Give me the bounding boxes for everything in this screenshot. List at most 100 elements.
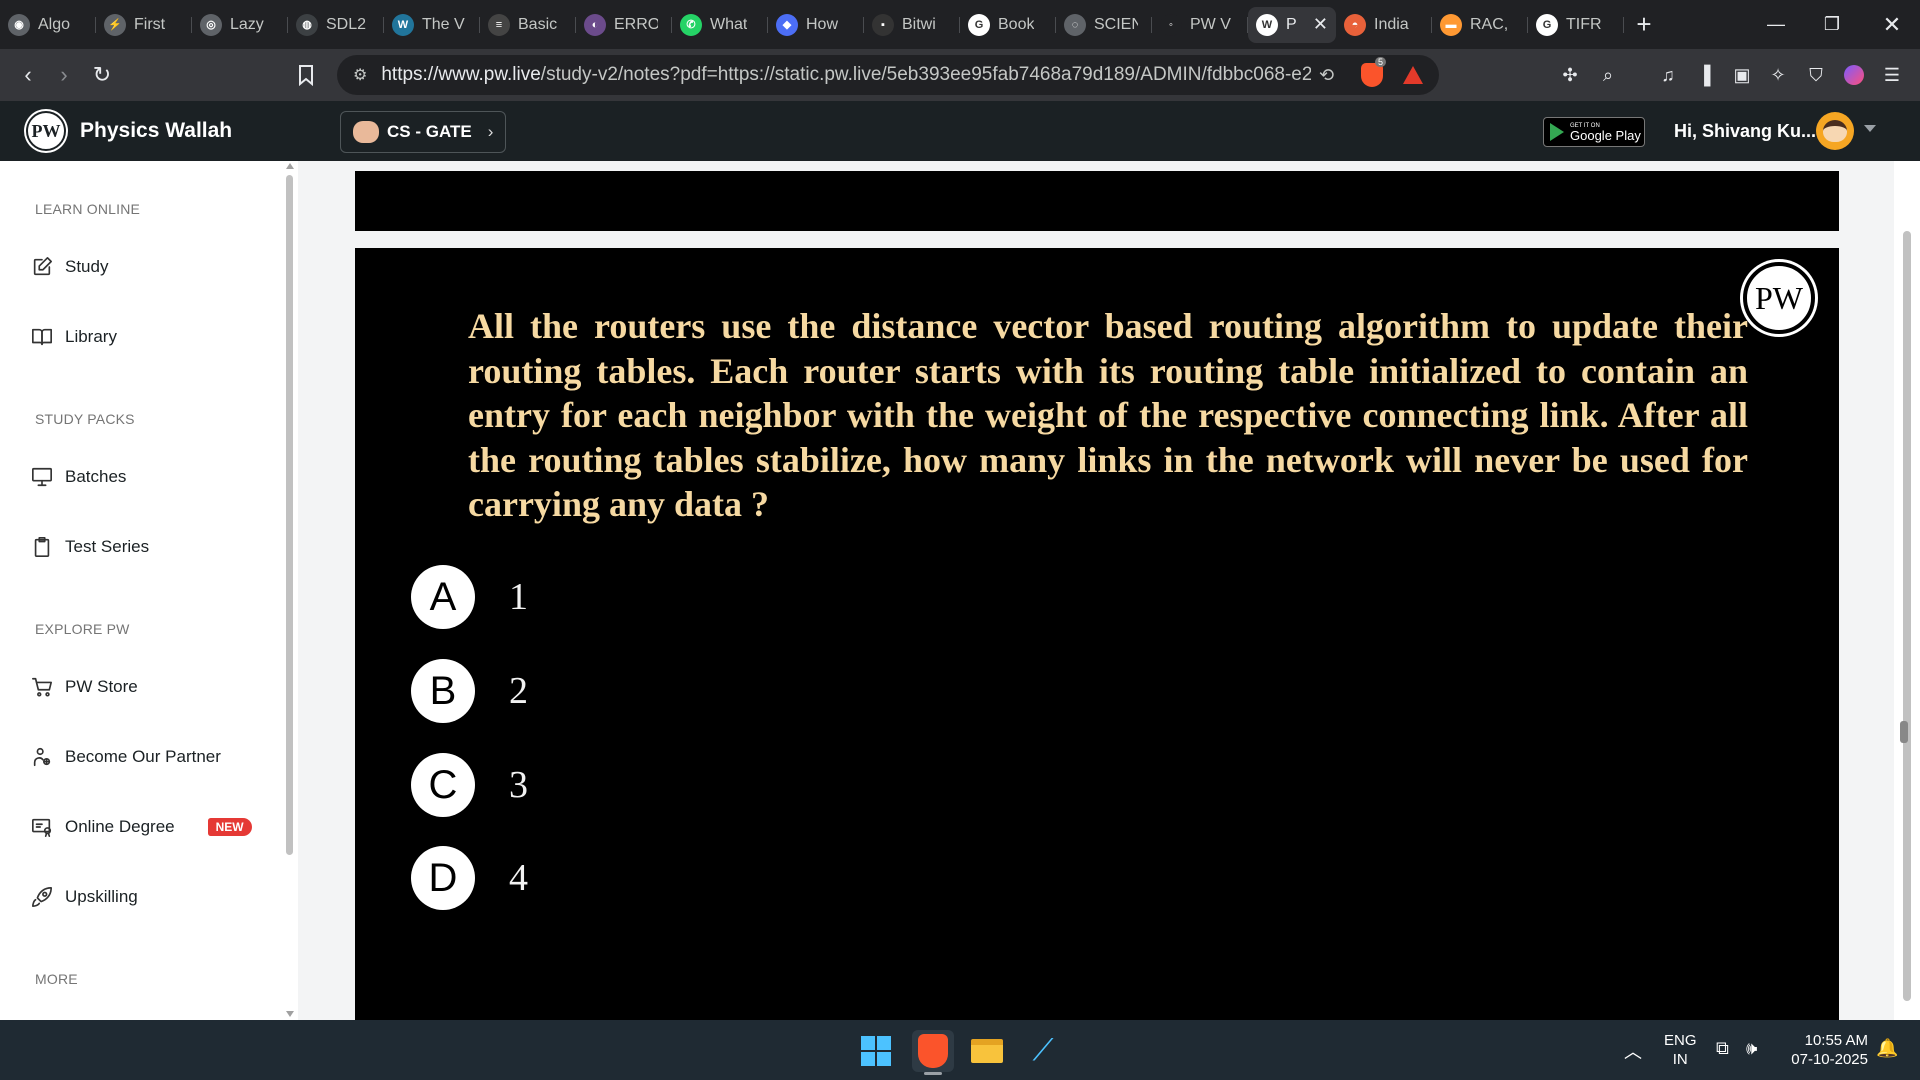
tab-favicon-icon: ◐ <box>584 13 606 36</box>
option-letter: A <box>411 565 475 629</box>
sidebar-item-become-partner[interactable]: Become Our Partner <box>30 737 270 777</box>
browser-tab[interactable]: ▪ Bitwi <box>864 7 960 43</box>
tab-favicon-icon: G <box>968 13 990 36</box>
reload-icon[interactable]: ↻ <box>84 57 120 93</box>
new-badge: NEW <box>207 818 252 836</box>
site-info-icon[interactable]: ⚙ <box>353 65 367 85</box>
option-value: 4 <box>509 857 528 899</box>
bookmark-icon[interactable] <box>288 57 324 93</box>
history-icon[interactable]: ⟲ <box>1319 65 1334 86</box>
browser-tab[interactable]: ≡ Basic <box>480 7 576 43</box>
back-icon[interactable]: ‹ <box>10 57 46 93</box>
browser-tab[interactable]: G Book <box>960 7 1056 43</box>
scroll-down-arrow[interactable] <box>286 1011 294 1017</box>
browser-tab[interactable]: ◌ SCIEN <box>1056 7 1152 43</box>
sidebar-scrollbar[interactable] <box>286 175 293 855</box>
browser-tab[interactable]: ◓ India <box>1336 7 1432 43</box>
tab-title: The V <box>422 15 465 33</box>
browser-tab[interactable]: ◍ SDL2 <box>288 7 384 43</box>
windows-start-icon[interactable] <box>855 1030 897 1072</box>
menu-icon[interactable]: ☰ <box>1878 61 1906 89</box>
browser-tab[interactable]: ◐ ERRO <box>576 7 672 43</box>
viewer-scrollbar[interactable] <box>1894 161 1920 1020</box>
browser-tab[interactable]: ✆ What <box>672 7 768 43</box>
tab-favicon-icon: ◎ <box>200 13 222 36</box>
media-icon[interactable]: ♫ <box>1654 61 1682 89</box>
network-icon[interactable]: ⧉ <box>1716 1038 1729 1059</box>
region-code: IN <box>1672 1051 1688 1068</box>
sidebar: LEARN ONLINE Study Library STUDY PACKS B… <box>0 161 298 1020</box>
sidebar-item-pw-store[interactable]: PW Store <box>30 667 270 707</box>
sidebar-item-online-degree[interactable]: Online Degree NEW <box>30 807 270 847</box>
leo-ai-icon[interactable]: ✧ <box>1764 61 1792 89</box>
degree-icon <box>30 815 54 839</box>
browser-tab[interactable]: W The V <box>384 7 480 43</box>
pw-logo[interactable]: PW <box>26 111 66 151</box>
tab-title: SCIEN <box>1094 15 1138 33</box>
forward-icon[interactable]: › <box>46 57 82 93</box>
browser-tab[interactable]: ◦ PW V <box>1152 7 1248 43</box>
sidebar-item-upskilling[interactable]: Upskilling <box>30 877 270 917</box>
browser-tab[interactable]: ◎ Lazy <box>192 7 288 43</box>
browser-tab[interactable]: ◆ How <box>768 7 864 43</box>
extensions-icon[interactable]: ✣ <box>1556 61 1584 89</box>
sidebar-toggle-icon[interactable]: ▐ <box>1690 61 1718 89</box>
browser-tab[interactable]: ▬ RAC, <box>1432 7 1528 43</box>
tab-title: TIFR <box>1566 15 1602 33</box>
scroll-up-arrow[interactable] <box>286 163 294 169</box>
vpn-icon[interactable]: ⛉ <box>1802 61 1830 89</box>
monitor-icon <box>30 465 54 489</box>
rewards-icon[interactable] <box>1403 66 1423 84</box>
sidebar-item-library[interactable]: Library <box>30 317 270 357</box>
volume-icon[interactable]: 🕪 <box>1746 1038 1757 1059</box>
profile-icon[interactable] <box>1840 61 1868 89</box>
tab-favicon-icon: ◌ <box>1064 13 1086 36</box>
url-text[interactable]: https://www.pw.live/study-v2/notes?pdf=h… <box>381 64 1311 86</box>
tab-favicon-icon: ▬ <box>1440 13 1462 36</box>
sidebar-item-test-series[interactable]: Test Series <box>30 527 270 567</box>
question-slide: PW All the routers use the distance vect… <box>355 248 1839 1020</box>
restore-icon[interactable]: ❐ <box>1804 0 1860 49</box>
brand-name[interactable]: Physics Wallah <box>80 119 232 143</box>
notification-bell-icon[interactable]: 🔔 <box>1876 1038 1898 1059</box>
sidebar-item-batches[interactable]: Batches <box>30 457 270 497</box>
file-explorer-icon[interactable] <box>966 1030 1008 1072</box>
avatar[interactable] <box>1816 112 1854 150</box>
tab-title: PW V <box>1190 15 1231 33</box>
clock[interactable]: 10:55 AM 07-10-2025 <box>1786 1031 1868 1069</box>
tab-favicon-icon: ⚡ <box>104 13 126 36</box>
user-greeting[interactable]: Hi, Shivang Ku... <box>1674 121 1816 142</box>
chevron-down-icon[interactable] <box>1864 125 1876 132</box>
browser-tab[interactable]: ◉ Algo <box>0 7 96 43</box>
date-text: 07-10-2025 <box>1791 1051 1868 1068</box>
option-value: 1 <box>509 576 528 618</box>
reader-icon[interactable]: ⌕ <box>1594 61 1622 89</box>
tab-favicon-icon: G <box>1536 13 1558 36</box>
close-window-icon[interactable]: ✕ <box>1864 0 1920 49</box>
google-play-button[interactable]: GET IT ON Google Play <box>1543 117 1645 147</box>
browser-tab[interactable]: ⚡ First <box>96 7 192 43</box>
scrollbar-thumb[interactable] <box>1903 231 1911 1001</box>
section-learn-online: LEARN ONLINE <box>35 201 141 217</box>
new-tab-button[interactable]: + <box>1624 7 1664 43</box>
browser-navbar: ‹ › ↻ ⚙ https://www.pw.live/study-v2/not… <box>0 49 1920 101</box>
minimize-icon[interactable]: — <box>1748 0 1804 49</box>
tab-active[interactable]: W P ✕ <box>1248 6 1336 43</box>
course-selector[interactable]: CS - GATE › <box>340 111 506 153</box>
previous-page <box>355 171 1839 231</box>
question-text: All the routers use the distance vector … <box>468 306 1748 524</box>
pencil-icon <box>30 255 54 279</box>
browser-tab[interactable]: G TIFR <box>1528 7 1624 43</box>
tab-title: ERRO <box>614 15 658 33</box>
wallet-icon[interactable]: ▣ <box>1728 61 1756 89</box>
language-indicator[interactable]: ENG IN <box>1664 1031 1697 1069</box>
vscode-icon[interactable]: ⟋ <box>1022 1030 1064 1072</box>
brave-browser-icon[interactable] <box>912 1030 954 1072</box>
chevron-up-icon[interactable]: ︿ <box>1624 1038 1642 1064</box>
address-bar[interactable]: ⚙ https://www.pw.live/study-v2/notes?pdf… <box>337 55 1439 95</box>
tab-favicon-icon: ▪ <box>872 13 894 36</box>
sidebar-item-study[interactable]: Study <box>30 247 270 287</box>
tab-title: SDL2 <box>326 15 367 33</box>
close-tab-icon[interactable]: ✕ <box>1313 14 1328 35</box>
gplay-big-text: Google Play <box>1570 127 1641 143</box>
